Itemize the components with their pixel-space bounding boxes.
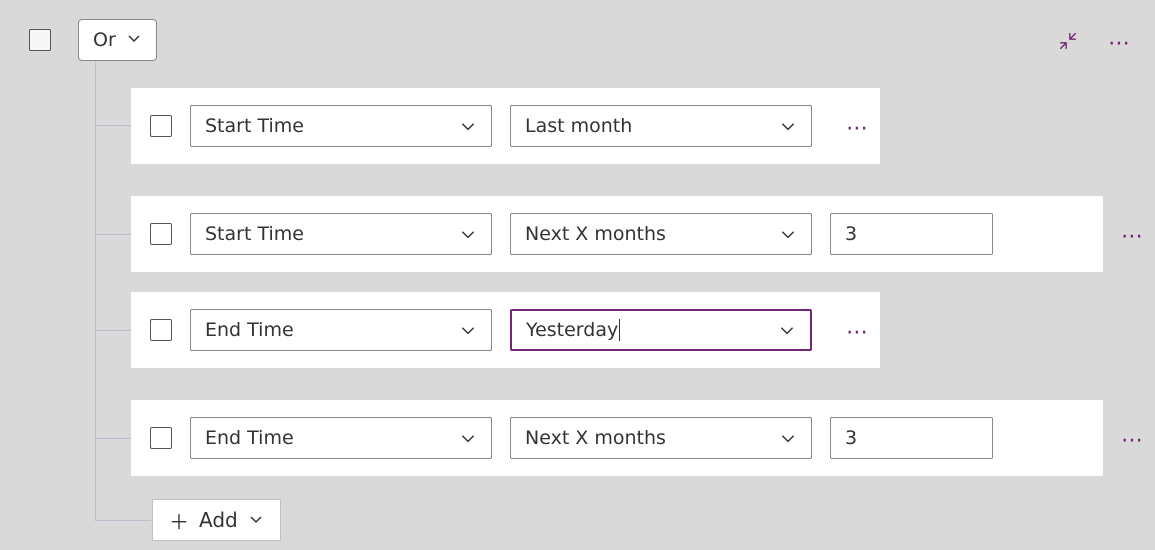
row-more-button[interactable]: ⋯ [843,322,871,342]
add-condition-button[interactable]: ＋ Add [152,499,281,541]
tree-connector-vertical [95,61,96,540]
operator-dropdown[interactable]: Next X months [510,417,812,459]
row-checkbox[interactable] [150,319,172,341]
more-icon: ⋯ [1108,31,1130,56]
row-more-button[interactable]: ⋯ [843,118,871,138]
operator-value: Last month [525,115,779,137]
tree-connector-branch [95,520,151,521]
condition-row: End Time Yesterday [131,292,880,368]
field-dropdown[interactable]: Start Time [190,213,492,255]
add-button-label: Add [199,508,238,532]
chevron-down-icon [459,321,477,339]
condition-row: End Time Next X months 3 [131,400,1103,476]
chevron-down-icon [779,117,797,135]
field-value: Start Time [205,223,459,245]
field-value: End Time [205,427,459,449]
chevron-down-icon [126,29,142,51]
group-more-button[interactable]: ⋯ [1107,33,1131,53]
group-checkbox[interactable] [29,29,51,51]
chevron-down-icon [779,225,797,243]
tree-connector-branch [95,234,131,235]
group-operator-label: Or [93,29,116,51]
collapse-icon[interactable] [1057,30,1079,52]
chevron-down-icon [248,508,264,532]
more-icon: ⋯ [846,116,868,141]
chevron-down-icon [459,225,477,243]
field-dropdown[interactable]: End Time [190,309,492,351]
operator-dropdown[interactable]: Next X months [510,213,812,255]
operator-value: Next X months [525,427,779,449]
row-checkbox[interactable] [150,223,172,245]
chevron-down-icon [459,117,477,135]
field-dropdown[interactable]: End Time [190,417,492,459]
operator-dropdown[interactable]: Yesterday [510,309,812,351]
condition-row: Start Time Next X months 3 [131,196,1103,272]
value-input[interactable]: 3 [830,213,993,255]
more-icon: ⋯ [1121,224,1143,249]
field-value: End Time [205,319,459,341]
more-icon: ⋯ [1121,428,1143,453]
text-cursor [619,319,620,341]
field-dropdown[interactable]: Start Time [190,105,492,147]
condition-row: Start Time Last month [131,88,880,164]
operator-dropdown[interactable]: Last month [510,105,812,147]
tree-connector-branch [95,125,131,126]
chevron-down-icon [779,429,797,447]
filter-builder: Or ⋯ Start Time Last month [0,0,1155,550]
group-operator-dropdown[interactable]: Or [78,19,157,61]
value-text: 3 [845,427,857,449]
row-more-button[interactable]: ⋯ [1118,226,1146,246]
row-checkbox[interactable] [150,115,172,137]
more-icon: ⋯ [846,320,868,345]
operator-value: Yesterday [526,319,778,342]
row-more-button[interactable]: ⋯ [1118,430,1146,450]
operator-value: Next X months [525,223,779,245]
chevron-down-icon [778,321,796,339]
tree-connector-branch [95,438,131,439]
plus-icon: ＋ [169,506,189,535]
value-input[interactable]: 3 [830,417,993,459]
tree-connector-branch [95,330,131,331]
value-text: 3 [845,223,857,245]
row-checkbox[interactable] [150,427,172,449]
chevron-down-icon [459,429,477,447]
field-value: Start Time [205,115,459,137]
